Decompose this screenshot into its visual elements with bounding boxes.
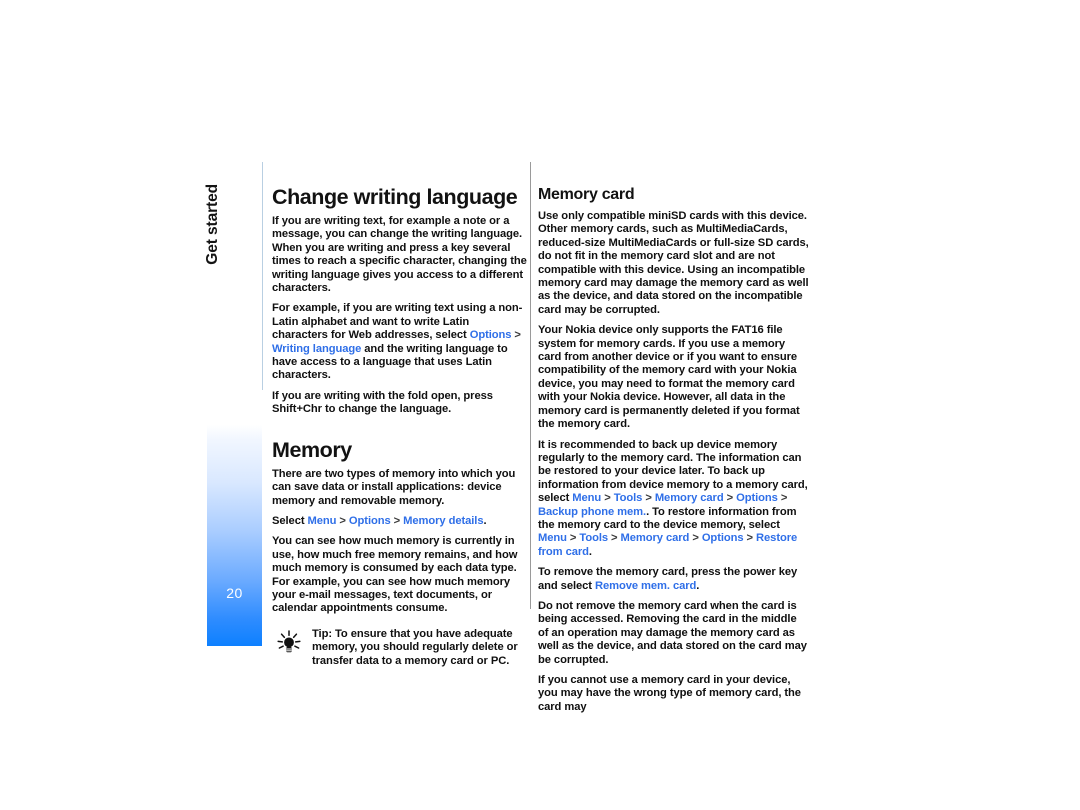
- menu-separator: >: [566, 532, 580, 545]
- menu-item-tools-2: Tools: [579, 532, 609, 545]
- menu-item-menu: Menu: [572, 492, 602, 505]
- menu-separator: >: [777, 492, 788, 505]
- heading-memory: Memory: [272, 437, 352, 462]
- menu-separator: >: [642, 492, 655, 505]
- menu-item-options: Options: [469, 329, 512, 342]
- tip-text: Tip: To ensure that you have adequate me…: [312, 628, 527, 668]
- paragraph-fold-open: If you are writing with the fold open, p…: [272, 389, 493, 416]
- menu-separator: >: [689, 532, 702, 545]
- chapter-color-strip: [207, 425, 262, 646]
- tip-body: To ensure that you have adequate memory,…: [312, 627, 518, 667]
- text-run: Select: [272, 514, 308, 527]
- menu-item-options-2: Options: [701, 532, 744, 545]
- paragraph-memory-details-path: Select Menu > Options > Memory details.: [272, 515, 527, 528]
- tip-block: Tip: To ensure that you have adequate me…: [272, 628, 527, 668]
- paragraph-fat16-filesystem: Your Nokia device only supports the FAT1…: [538, 324, 800, 431]
- menu-item-options: Options: [736, 492, 778, 505]
- menu-item-options: Options: [348, 514, 391, 527]
- text-run: .: [588, 545, 592, 558]
- menu-separator: >: [723, 492, 737, 505]
- paragraph-cannot-use-card: If you cannot use a memory card in your …: [538, 674, 801, 713]
- menu-item-remove-mem-card: Remove mem. card: [594, 579, 697, 592]
- menu-separator: >: [390, 514, 404, 527]
- menu-item-writing-language: Writing language: [272, 342, 362, 355]
- menu-item-memory-card-2: Memory card: [620, 532, 690, 545]
- lightbulb-icon: [274, 629, 304, 659]
- paragraph-memory-usage: You can see how much memory is currently…: [272, 535, 518, 615]
- paragraph-writing-language-intro: If you are writing text, for example a n…: [272, 215, 527, 295]
- paragraph-backup-restore: It is recommended to back up device memo…: [538, 439, 810, 560]
- paragraph-do-not-remove-warning: Do not remove the memory card when the c…: [538, 599, 807, 666]
- heading-memory-card: Memory card: [538, 186, 635, 203]
- left-text-column: Change writing language If you are writi…: [272, 186, 527, 668]
- menu-separator: >: [511, 329, 521, 342]
- menu-item-memory-card: Memory card: [654, 492, 724, 505]
- menu-item-menu-2: Menu: [538, 532, 567, 545]
- tip-label: Tip:: [312, 627, 332, 640]
- paragraph-writing-language-example: For example, if you are writing text usi…: [272, 302, 527, 382]
- text-run: .: [483, 514, 487, 527]
- menu-separator: >: [608, 532, 621, 545]
- paragraph-remove-card: To remove the memory card, press the pow…: [538, 566, 810, 593]
- menu-separator: >: [601, 492, 614, 505]
- document-page: 20 Get started Change writing language I…: [0, 0, 1080, 810]
- menu-separator: >: [743, 532, 757, 545]
- menu-item-tools: Tools: [613, 492, 643, 505]
- menu-item-backup-phone-mem: Backup phone mem.: [538, 505, 647, 518]
- paragraph-memory-intro: There are two types of memory into which…: [272, 467, 516, 507]
- heading-change-writing-language: Change writing language: [272, 185, 518, 209]
- menu-item-menu: Menu: [307, 514, 337, 527]
- text-run: .: [696, 579, 700, 592]
- menu-separator: >: [336, 514, 349, 527]
- menu-item-memory-details: Memory details: [403, 514, 484, 527]
- page-number: 20: [226, 585, 243, 601]
- paragraph-card-compatibility: Use only compatible miniSD cards with th…: [538, 210, 809, 316]
- right-text-column: Memory card Use only compatible miniSD c…: [538, 186, 810, 714]
- left-column-rule: [262, 162, 263, 390]
- column-divider-rule: [530, 162, 531, 609]
- chapter-title: Get started: [204, 184, 221, 265]
